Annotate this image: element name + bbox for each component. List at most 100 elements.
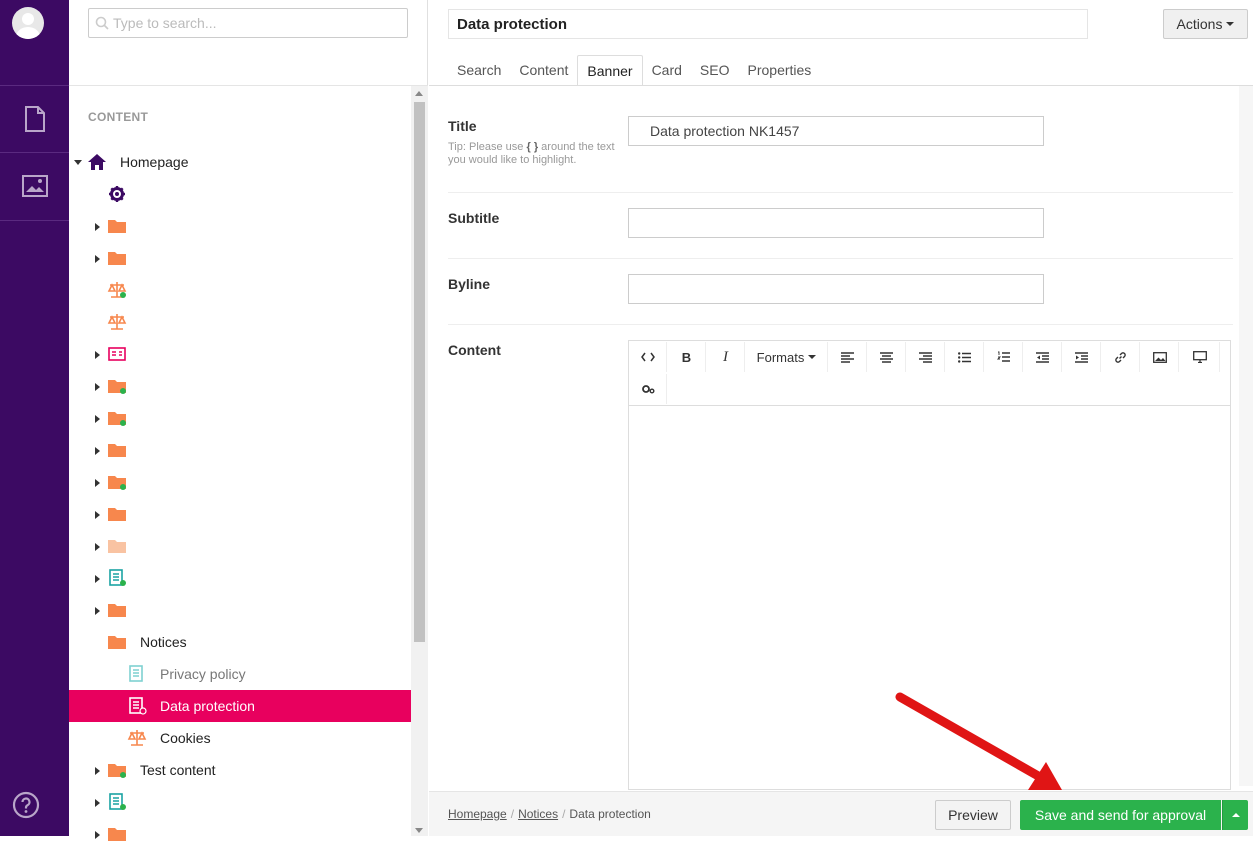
tree-node-folder[interactable] xyxy=(69,530,411,562)
italic-icon: I xyxy=(723,348,728,365)
scroll-thumb[interactable] xyxy=(414,102,425,642)
media-section-button[interactable] xyxy=(0,153,69,219)
expand-caret[interactable] xyxy=(95,767,100,775)
expand-caret[interactable] xyxy=(95,799,100,807)
folder-icon xyxy=(108,252,126,265)
subtitle-input[interactable] xyxy=(628,208,1044,238)
scroll-down-arrow[interactable] xyxy=(415,828,423,833)
tab-seo[interactable]: SEO xyxy=(691,55,739,86)
editor-pane: Data protection Actions Search Content B… xyxy=(429,0,1253,836)
rich-text-editor: B I Formats xyxy=(628,340,1231,790)
tree-node-legal-page[interactable] xyxy=(69,306,411,338)
tree-node-folder[interactable] xyxy=(69,818,411,850)
scales-icon xyxy=(107,314,127,330)
tree-node-article[interactable] xyxy=(69,786,411,818)
tree-node-data-protection[interactable]: Data protection xyxy=(69,690,411,722)
rte-toolbar: B I Formats xyxy=(629,341,1230,406)
tree-node-folder[interactable] xyxy=(69,402,411,434)
expand-caret[interactable] xyxy=(95,479,100,487)
link-button[interactable] xyxy=(1102,342,1140,372)
tree-node-folder[interactable] xyxy=(69,594,411,626)
formats-dropdown[interactable]: Formats xyxy=(746,342,828,372)
save-and-send-for-approval-button[interactable]: Save and send for approval xyxy=(1020,800,1221,830)
bold-button[interactable]: B xyxy=(668,342,706,372)
tab-card[interactable]: Card xyxy=(643,55,691,86)
content-section-button[interactable] xyxy=(0,86,69,152)
save-options-toggle[interactable] xyxy=(1222,800,1248,830)
expand-caret[interactable] xyxy=(95,255,100,263)
tree-node-homepage[interactable]: Homepage xyxy=(69,146,411,178)
tab-banner[interactable]: Banner xyxy=(577,55,643,86)
gears-icon xyxy=(641,385,654,394)
tree-node-folder[interactable] xyxy=(69,466,411,498)
help-icon[interactable] xyxy=(12,791,40,819)
expand-caret[interactable] xyxy=(95,351,100,359)
expand-caret[interactable] xyxy=(95,383,100,391)
image-icon xyxy=(21,175,48,197)
tree-node-legal-page[interactable] xyxy=(69,274,411,306)
tab-search[interactable]: Search xyxy=(448,55,510,86)
breadcrumb-current: Data protection xyxy=(569,807,651,821)
align-center-button[interactable] xyxy=(868,342,906,372)
field-divider xyxy=(448,324,1233,325)
expand-caret[interactable] xyxy=(95,575,100,583)
content-label: Content xyxy=(448,342,501,358)
numbered-list-button[interactable] xyxy=(985,342,1023,372)
preview-button[interactable]: Preview xyxy=(935,800,1011,830)
byline-input[interactable] xyxy=(628,274,1044,304)
tab-divider xyxy=(429,85,1253,86)
tree-node-notices[interactable]: Notices xyxy=(69,626,411,658)
expand-caret[interactable] xyxy=(95,511,100,519)
tree-search-box[interactable] xyxy=(88,8,408,38)
tree-node-privacy-policy[interactable]: Privacy policy xyxy=(69,658,411,690)
expand-caret[interactable] xyxy=(95,447,100,455)
scroll-up-arrow[interactable] xyxy=(415,91,423,96)
tree-node-article[interactable] xyxy=(69,562,411,594)
indent-button[interactable] xyxy=(1063,342,1101,372)
align-left-button[interactable] xyxy=(829,342,867,372)
breadcrumb-separator: / xyxy=(562,807,566,821)
tree-node-folder[interactable] xyxy=(69,210,411,242)
breadcrumb-notices[interactable]: Notices xyxy=(518,807,558,821)
contact-card-icon xyxy=(108,347,126,361)
tab-content[interactable]: Content xyxy=(510,55,577,86)
actions-button[interactable]: Actions xyxy=(1163,9,1248,39)
tree-node-folder[interactable] xyxy=(69,498,411,530)
macro-button[interactable] xyxy=(629,374,667,404)
folder-plus-icon xyxy=(108,412,126,426)
editor-tabs: Search Content Banner Card SEO Propertie… xyxy=(448,55,820,86)
title-label: Title xyxy=(448,118,477,134)
tree-node-folder[interactable] xyxy=(69,242,411,274)
tab-properties[interactable]: Properties xyxy=(739,55,821,86)
tree-node-folder[interactable] xyxy=(69,370,411,402)
expand-caret[interactable] xyxy=(95,223,100,231)
tree-node-contact[interactable] xyxy=(69,338,411,370)
tree-node-cookies[interactable]: Cookies xyxy=(69,722,411,754)
user-avatar[interactable] xyxy=(12,7,44,39)
breadcrumb-homepage[interactable]: Homepage xyxy=(448,807,507,821)
embed-media-button[interactable] xyxy=(1180,342,1220,372)
expand-caret[interactable] xyxy=(95,607,100,615)
tree-node-test-content[interactable]: Test content xyxy=(69,754,411,786)
editor-scrollbar[interactable] xyxy=(1239,86,1253,786)
tree-node-folder[interactable] xyxy=(69,434,411,466)
tree-search-input[interactable] xyxy=(113,13,403,33)
source-code-button[interactable] xyxy=(629,342,667,372)
expand-caret[interactable] xyxy=(95,543,100,551)
expand-caret[interactable] xyxy=(74,160,82,165)
rail-divider xyxy=(0,220,69,221)
expand-caret[interactable] xyxy=(95,831,100,839)
expand-caret[interactable] xyxy=(95,415,100,423)
scales-icon xyxy=(127,730,147,746)
italic-button[interactable]: I xyxy=(707,342,745,372)
align-right-button[interactable] xyxy=(907,342,945,372)
bullet-list-button[interactable] xyxy=(946,342,984,372)
title-input[interactable]: Data protection NK1457 xyxy=(628,116,1044,146)
insert-image-button[interactable] xyxy=(1141,342,1179,372)
node-name-input[interactable]: Data protection xyxy=(448,9,1088,39)
tree-node-settings[interactable] xyxy=(69,178,411,210)
tree-scrollbar[interactable] xyxy=(411,86,428,836)
code-icon xyxy=(640,352,655,362)
outdent-button[interactable] xyxy=(1024,342,1062,372)
search-icon xyxy=(95,16,109,30)
